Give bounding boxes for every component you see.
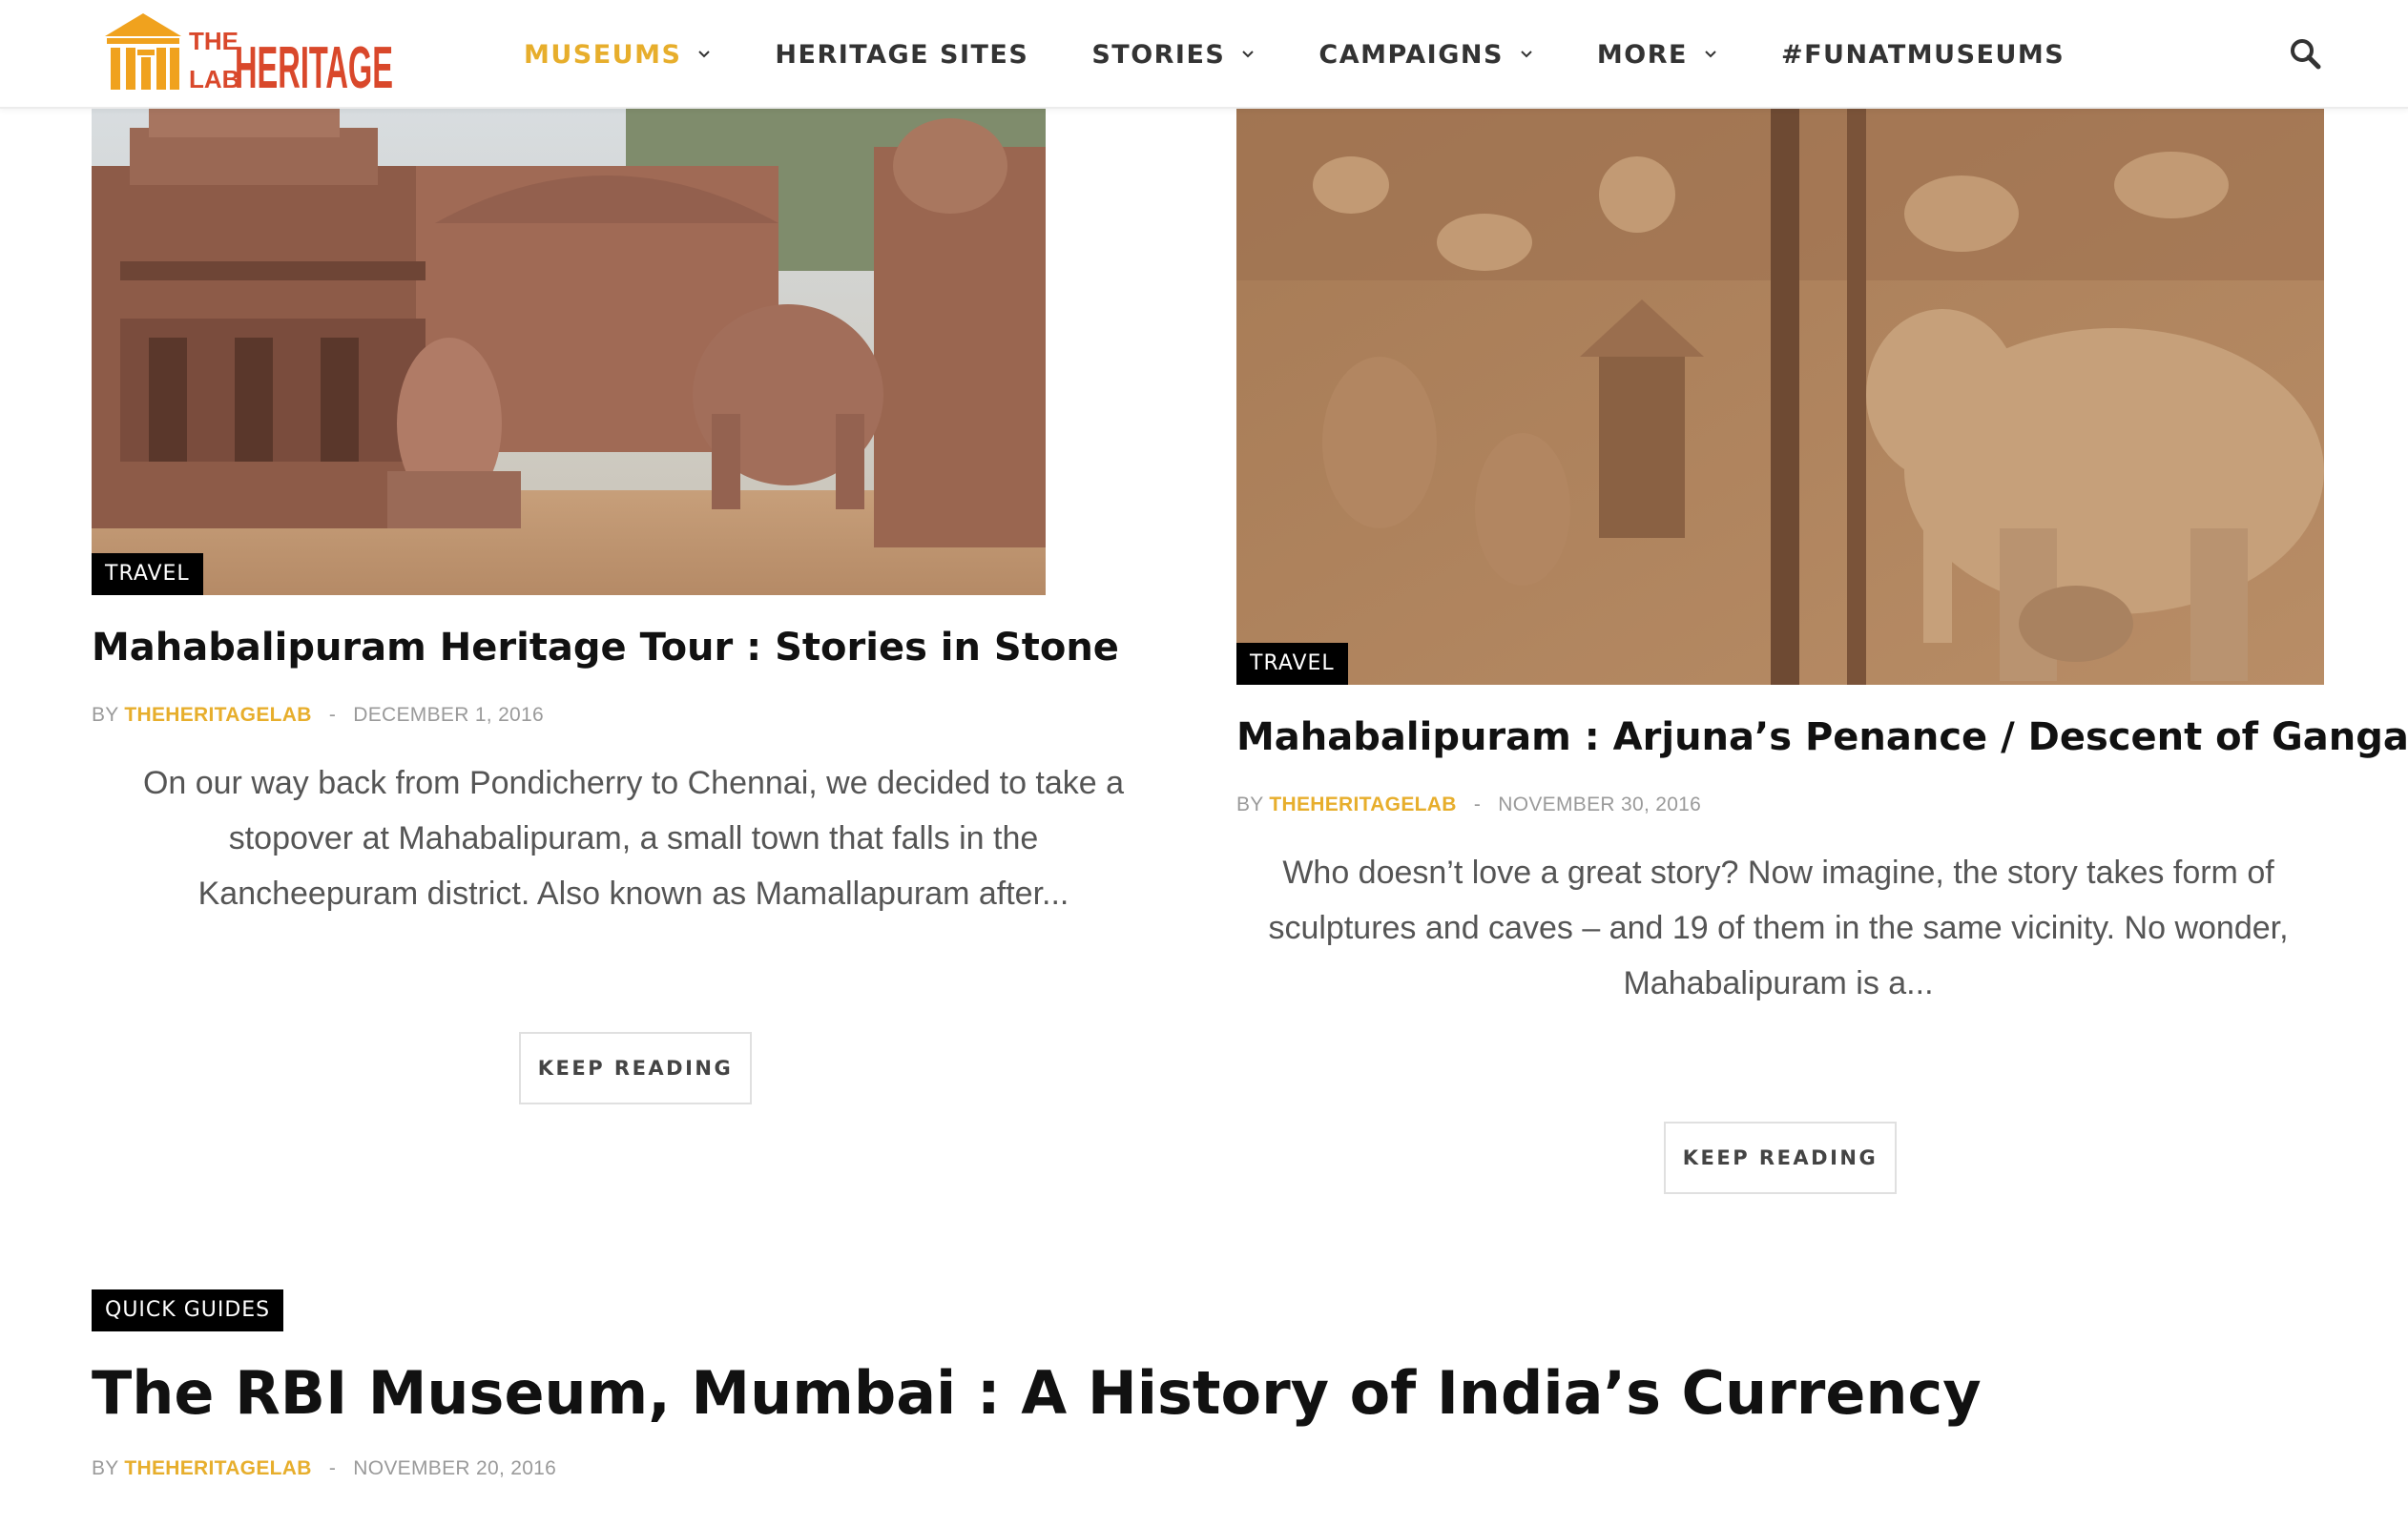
nav-item-campaigns[interactable]: CAMPAIGNS	[1318, 40, 1534, 70]
nav-label: STORIES	[1091, 39, 1226, 70]
meta-separator: -	[328, 704, 337, 726]
excerpt-line: Who doesn’t love a great story? Now imag…	[1282, 855, 2274, 891]
post-title[interactable]: The RBI Museum, Mumbai : A History of In…	[92, 1358, 1982, 1428]
post-date: DECEMBER 1, 2016	[353, 704, 544, 726]
nav-item-museums[interactable]: MUSEUMS	[524, 40, 712, 70]
chevron-down-icon	[1521, 51, 1532, 58]
post-meta: BY THEHERITAGELAB - NOVEMBER 20, 2016	[92, 1457, 556, 1480]
search-icon[interactable]	[2288, 36, 2322, 71]
author-link[interactable]: THEHERITAGELAB	[124, 704, 311, 726]
by-label: BY	[1236, 794, 1264, 815]
main-nav: MUSEUMS HERITAGE SITES STORIES CAMPAIGNS…	[524, 0, 2128, 109]
site-logo[interactable]: THE LAB HERITAGE	[101, 8, 397, 99]
keep-reading-button[interactable]: KEEP READING	[519, 1032, 752, 1104]
temple-photo	[92, 109, 1046, 595]
nav-label: HERITAGE SITES	[775, 39, 1029, 70]
post-meta: BY THEHERITAGELAB - NOVEMBER 30, 2016	[1236, 794, 1701, 816]
category-tag[interactable]: TRAVEL	[1236, 643, 1348, 685]
post-excerpt: On our way back from Pondicherry to Chen…	[92, 755, 1175, 921]
nav-label: MUSEUMS	[524, 39, 682, 70]
logo-heritage-text: HERITAGE	[235, 35, 393, 99]
chevron-down-icon	[698, 51, 711, 58]
post-date: NOVEMBER 20, 2016	[353, 1457, 557, 1479]
excerpt-line: Mahabalipuram is a...	[1623, 965, 1934, 1001]
post-meta: BY THEHERITAGELAB - DECEMBER 1, 2016	[92, 704, 544, 727]
post-title[interactable]: Mahabalipuram Heritage Tour : Stories in…	[92, 626, 1119, 670]
post-date: NOVEMBER 30, 2016	[1498, 794, 1702, 815]
nav-label: CAMPAIGNS	[1318, 39, 1504, 70]
category-tag[interactable]: QUICK GUIDES	[92, 1289, 284, 1331]
site-header: THE LAB HERITAGE MUSEUMS HERITAGE SITES …	[0, 0, 2408, 109]
chevron-down-icon	[1242, 51, 1255, 58]
nav-item-more[interactable]: MORE	[1597, 40, 1718, 70]
post-title[interactable]: Mahabalipuram : Arjuna’s Penance / Desce…	[1236, 715, 2408, 759]
author-link[interactable]: THEHERITAGELAB	[1269, 794, 1456, 815]
nav-item-funatmuseums[interactable]: #FUNATMUSEUMS	[1781, 40, 2065, 70]
chevron-down-icon	[1705, 51, 1716, 58]
nav-label: #FUNATMUSEUMS	[1780, 39, 2065, 70]
excerpt-line: On our way back from Pondicherry to Chen…	[142, 765, 1125, 801]
logo-the-text: THE	[189, 27, 239, 55]
nav-item-stories[interactable]: STORIES	[1091, 40, 1256, 70]
excerpt-line: stopover at Mahabalipuram, a small town …	[228, 820, 1039, 856]
meta-separator: -	[328, 1457, 337, 1479]
nav-label: MORE	[1596, 39, 1688, 70]
keep-reading-button[interactable]: KEEP READING	[1664, 1122, 1897, 1194]
excerpt-line: sculptures and caves – and 19 of them in…	[1268, 910, 2289, 946]
excerpt-line: Kancheepuram district. Also known as Mam…	[197, 876, 1069, 912]
logo-lab-text: LAB	[189, 65, 239, 93]
by-label: BY	[92, 1457, 119, 1479]
heritage-building-icon	[105, 13, 181, 90]
category-tag[interactable]: TRAVEL	[92, 553, 203, 595]
post-excerpt: Who doesn’t love a great story? Now imag…	[1236, 845, 2320, 1011]
post-image-temple[interactable]	[92, 109, 1046, 595]
nav-item-heritage-sites[interactable]: HERITAGE SITES	[775, 40, 1028, 70]
author-link[interactable]: THEHERITAGELAB	[124, 1457, 311, 1479]
by-label: BY	[92, 704, 119, 726]
post-image-relief[interactable]	[1236, 109, 2324, 685]
meta-separator: -	[1473, 794, 1482, 815]
relief-photo	[1236, 109, 2324, 685]
